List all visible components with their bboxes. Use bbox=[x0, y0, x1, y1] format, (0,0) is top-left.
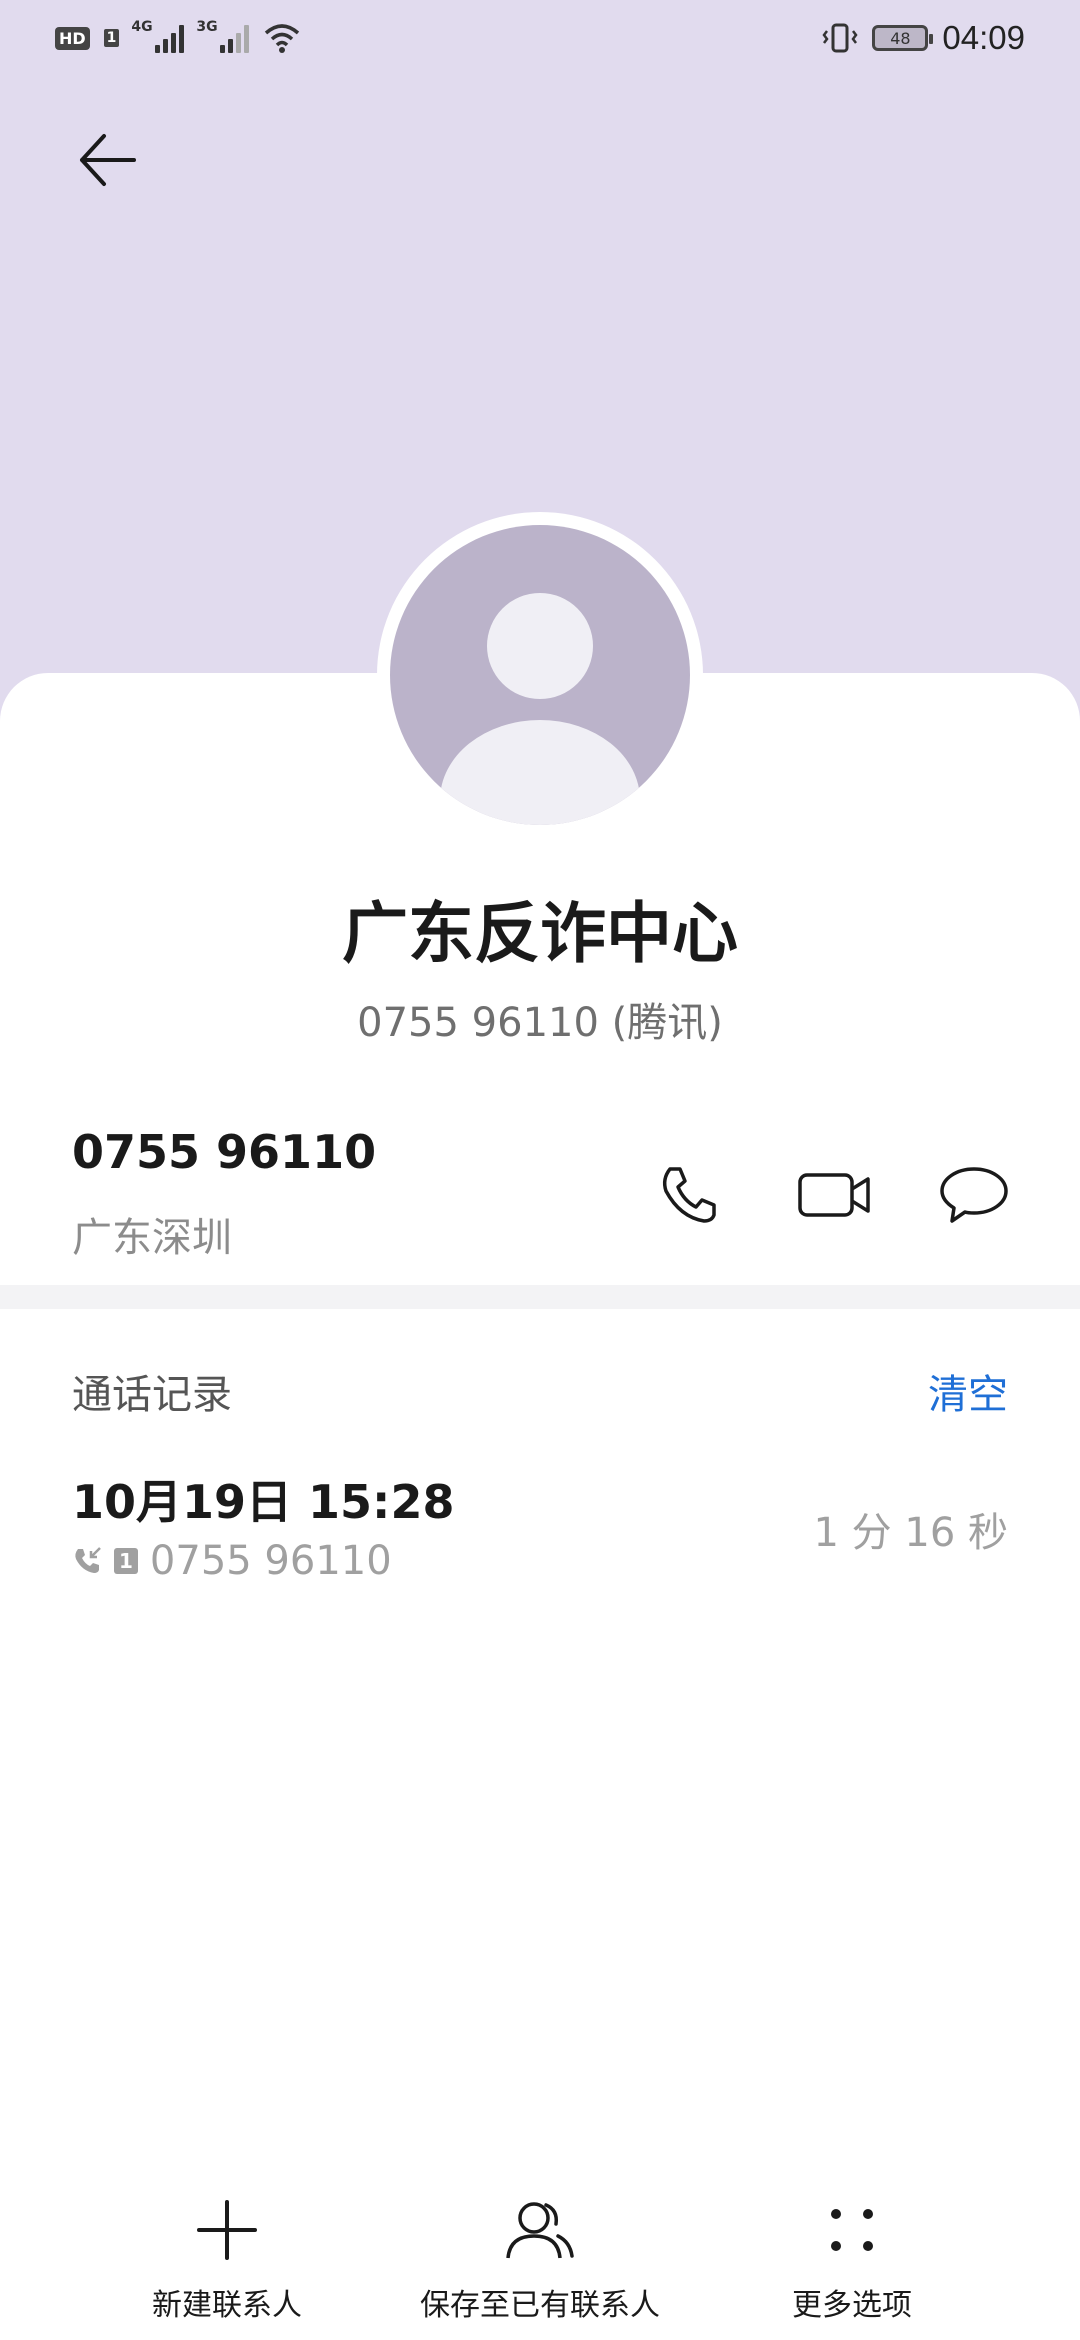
call-log-date: 10月19日 15:28 bbox=[72, 1475, 455, 1529]
more-options-button[interactable]: 更多选项 bbox=[752, 2190, 952, 2324]
call-log-meta: 1 0755 96110 bbox=[72, 1538, 392, 1584]
vibrate-icon bbox=[822, 23, 858, 53]
new-contact-button[interactable]: 新建联系人 bbox=[127, 2190, 327, 2324]
person-icon bbox=[506, 2202, 574, 2259]
plus-icon bbox=[197, 2200, 257, 2260]
call-log-duration: 1 分 16 秒 bbox=[813, 1510, 1009, 1556]
battery-level: 48 bbox=[890, 28, 911, 48]
signal-3g-icon: 3G bbox=[196, 19, 250, 53]
bottom-action-bar: 新建联系人 保存至已有联系人 更多选项 bbox=[0, 2190, 1080, 2340]
status-bar: HD 1 4G 3G 48 04:09 bbox=[0, 0, 1080, 76]
phone-number-row[interactable]: 0755 96110 广东深圳 bbox=[72, 1125, 1008, 1265]
wifi-icon bbox=[265, 24, 300, 53]
contact-name: 广东反诈中心 bbox=[342, 895, 738, 972]
status-left: HD 1 4G 3G bbox=[55, 19, 301, 53]
video-camera-icon bbox=[798, 1173, 870, 1217]
clear-history-button[interactable]: 清空 bbox=[928, 1362, 1008, 1420]
phone-location: 广东深圳 bbox=[72, 1215, 232, 1261]
sim-badge: 1 bbox=[103, 29, 120, 47]
message-button[interactable] bbox=[934, 1155, 1014, 1235]
phone-number: 0755 96110 bbox=[72, 1125, 377, 1179]
chat-bubble-icon bbox=[940, 1167, 1008, 1223]
more-options-label: 更多选项 bbox=[792, 2288, 912, 2323]
call-history-title: 通话记录 bbox=[72, 1372, 232, 1418]
signal-4g-icon: 4G bbox=[131, 19, 185, 53]
status-time: 04:09 bbox=[942, 19, 1025, 56]
arrow-left-icon bbox=[80, 134, 136, 186]
back-button[interactable] bbox=[68, 120, 148, 200]
avatar bbox=[377, 512, 703, 838]
save-to-existing-button[interactable]: 保存至已有联系人 bbox=[410, 2190, 670, 2324]
contact-subtitle: 0755 96110 (腾讯) bbox=[357, 1000, 723, 1046]
status-right: 48 04:09 bbox=[822, 19, 1025, 57]
sim-card-icon: 1 bbox=[114, 1548, 138, 1574]
video-call-button[interactable] bbox=[788, 1155, 884, 1235]
hd-badge: HD bbox=[55, 26, 90, 50]
section-divider bbox=[0, 1285, 1080, 1309]
save-to-existing-label: 保存至已有联系人 bbox=[420, 2288, 660, 2323]
phone-icon bbox=[662, 1167, 716, 1223]
incoming-call-icon bbox=[75, 1547, 101, 1573]
call-button[interactable] bbox=[648, 1155, 728, 1235]
dots-icon bbox=[831, 2209, 873, 2251]
call-log-number: 0755 96110 bbox=[149, 1538, 392, 1584]
battery-icon: 48 bbox=[872, 25, 934, 51]
new-contact-label: 新建联系人 bbox=[152, 2288, 302, 2323]
avatar-placeholder-icon bbox=[390, 525, 690, 825]
